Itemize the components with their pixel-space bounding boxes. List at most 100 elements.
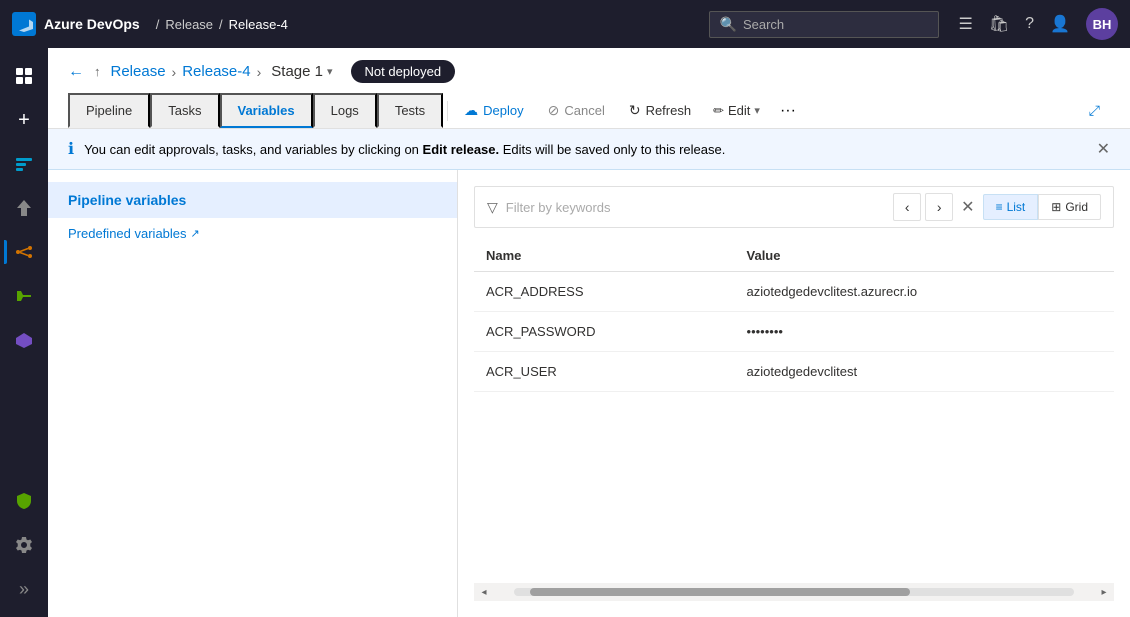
content-area: ← ↑ Release › Release-4 › Stage 1 ▾ Not … (48, 48, 1130, 617)
table-row[interactable]: ACR_ADDRESS aziotedgedevclitest.azurecr.… (474, 272, 1114, 312)
sidebar-item-boards[interactable] (4, 144, 44, 184)
app-title: Azure DevOps (44, 16, 140, 32)
stage-label: Stage 1 (271, 63, 323, 80)
filter-prev-button[interactable]: ‹ (893, 193, 921, 221)
top-navigation: Azure DevOps / Release / Release-4 🔍 ☰ 🛍… (0, 0, 1130, 48)
variables-table: Name Value ACR_ADDRESS aziotedgedevclite… (474, 240, 1114, 583)
tab-separator (447, 101, 448, 121)
info-text: You can edit approvals, tasks, and varia… (84, 142, 725, 157)
tab-bar: Pipeline Tasks Variables Logs Tests ☁ D (68, 93, 1110, 128)
edit-chevron-icon: ▾ (754, 104, 760, 117)
edit-icon: ✏ (713, 103, 724, 119)
list-view-button[interactable]: ≡ List (983, 194, 1039, 220)
stage-chevron-icon: ▾ (327, 65, 333, 78)
sidebar-item-overview[interactable] (4, 56, 44, 96)
tab-pipeline[interactable]: Pipeline (68, 93, 150, 128)
list-icon: ≡ (996, 200, 1003, 214)
bc-chevron1: › (172, 64, 177, 80)
filter-navigation: ‹ › (893, 193, 953, 221)
filter-next-button[interactable]: › (925, 193, 953, 221)
breadcrumb-sep2: / (219, 17, 223, 32)
top-breadcrumb: / Release / Release-4 (156, 17, 288, 32)
var-value: •••••••• (735, 312, 1114, 352)
var-name: ACR_PASSWORD (474, 312, 735, 352)
refresh-icon: ↻ (629, 102, 641, 119)
name-column-header: Name (474, 240, 735, 272)
help-icon[interactable]: ? (1025, 15, 1034, 33)
more-options-button[interactable]: ··· (770, 96, 806, 126)
table-row[interactable]: ACR_USER aziotedgedevclitest (474, 352, 1114, 392)
horizontal-scrollbar[interactable]: ◂ ▸ (474, 583, 1114, 601)
main-layout: + » ← ↑ Rel (0, 48, 1130, 617)
info-banner: ℹ You can edit approvals, tasks, and var… (48, 129, 1130, 170)
predefined-variables-link[interactable]: Predefined variables ↗ (48, 218, 457, 249)
pipeline-variables-item[interactable]: Pipeline variables (48, 182, 457, 218)
grid-icon: ⊞ (1051, 200, 1061, 214)
filter-icon: ▽ (487, 199, 498, 216)
breadcrumb-release-link[interactable]: Release (111, 63, 166, 80)
grid-view-button[interactable]: ⊞ Grid (1038, 194, 1101, 220)
logo-icon (12, 12, 36, 36)
right-panel: ▽ ‹ › ✕ ≡ List ⊞ Grid (458, 170, 1130, 617)
sidebar-item-settings[interactable] (4, 525, 44, 565)
sidebar-item-pipelines[interactable] (4, 232, 44, 272)
external-link-icon: ↗ (191, 227, 200, 240)
tab-variables[interactable]: Variables (220, 93, 313, 128)
banner-close-button[interactable]: ✕ (1097, 139, 1110, 159)
sidebar-item-add[interactable]: + (4, 100, 44, 140)
page-header: ← ↑ Release › Release-4 › Stage 1 ▾ Not … (48, 48, 1130, 129)
filter-clear-button[interactable]: ✕ (961, 197, 974, 217)
var-name: ACR_USER (474, 352, 735, 392)
refresh-button[interactable]: ↻ Refresh (617, 96, 703, 125)
bag-icon[interactable]: 🛍 (989, 14, 1009, 34)
deploy-icon: ☁ (464, 102, 478, 119)
search-icon: 🔍 (720, 16, 737, 33)
filter-bar: ▽ ‹ › ✕ ≡ List ⊞ Grid (474, 186, 1114, 228)
breadcrumb-sep1: / (156, 17, 160, 32)
cancel-icon: ⊘ (548, 102, 560, 119)
var-value: aziotedgedevclitest.azurecr.io (735, 272, 1114, 312)
sidebar-item-expand[interactable]: » (4, 569, 44, 609)
search-input[interactable] (743, 17, 928, 32)
menu-icon[interactable]: ☰ (959, 14, 973, 34)
var-name: ACR_ADDRESS (474, 272, 735, 312)
table-row[interactable]: ACR_PASSWORD •••••••• (474, 312, 1114, 352)
page-breadcrumb: ← ↑ Release › Release-4 › Stage 1 ▾ Not … (68, 60, 455, 83)
azure-devops-logo[interactable]: Azure DevOps (12, 12, 140, 36)
cancel-button[interactable]: ⊘ Cancel (536, 96, 617, 125)
var-value: aziotedgedevclitest (735, 352, 1114, 392)
tab-tasks[interactable]: Tasks (150, 93, 219, 128)
page-title-row: ← ↑ Release › Release-4 › Stage 1 ▾ Not … (68, 60, 1110, 83)
sidebar-item-testplans[interactable] (4, 276, 44, 316)
breadcrumb-release4-link[interactable]: Release-4 (182, 63, 250, 80)
sidebar-item-security[interactable] (4, 481, 44, 521)
scroll-right-button[interactable]: ▸ (1094, 583, 1114, 601)
scroll-left-button[interactable]: ◂ (474, 583, 494, 601)
user-settings-icon[interactable]: 👤 (1050, 14, 1070, 34)
scroll-thumb[interactable] (530, 588, 910, 596)
tab-logs[interactable]: Logs (313, 93, 377, 128)
left-panel: Pipeline variables Predefined variables … (48, 170, 458, 617)
search-bar[interactable]: 🔍 (709, 11, 939, 38)
nav-icons: ☰ 🛍 ? 👤 BH (959, 8, 1118, 40)
value-column-header: Value (735, 240, 1114, 272)
bc-chevron2: › (257, 64, 262, 80)
tab-tests[interactable]: Tests (377, 93, 443, 128)
deploy-button[interactable]: ☁ Deploy (452, 96, 535, 125)
user-avatar[interactable]: BH (1086, 8, 1118, 40)
view-toggle: ≡ List ⊞ Grid (983, 194, 1101, 220)
edit-button[interactable]: ✏ Edit ▾ (703, 97, 770, 125)
sidebar-item-artifacts[interactable] (4, 320, 44, 360)
page-back-icon[interactable]: ← (68, 63, 84, 81)
expand-button[interactable]: ⤢ (1079, 96, 1110, 125)
stage-selector[interactable]: Stage 1 ▾ (271, 63, 332, 80)
sidebar-item-repos[interactable] (4, 188, 44, 228)
filter-input[interactable] (506, 200, 885, 215)
content-body: Pipeline variables Predefined variables … (48, 170, 1130, 617)
pipe-icon: ↑ (94, 64, 101, 79)
scroll-track[interactable] (514, 588, 1074, 596)
breadcrumb-release4[interactable]: Release-4 (229, 17, 288, 32)
sidebar: + » (0, 48, 48, 617)
info-icon: ℹ (68, 139, 74, 159)
breadcrumb-release[interactable]: Release (165, 17, 213, 32)
